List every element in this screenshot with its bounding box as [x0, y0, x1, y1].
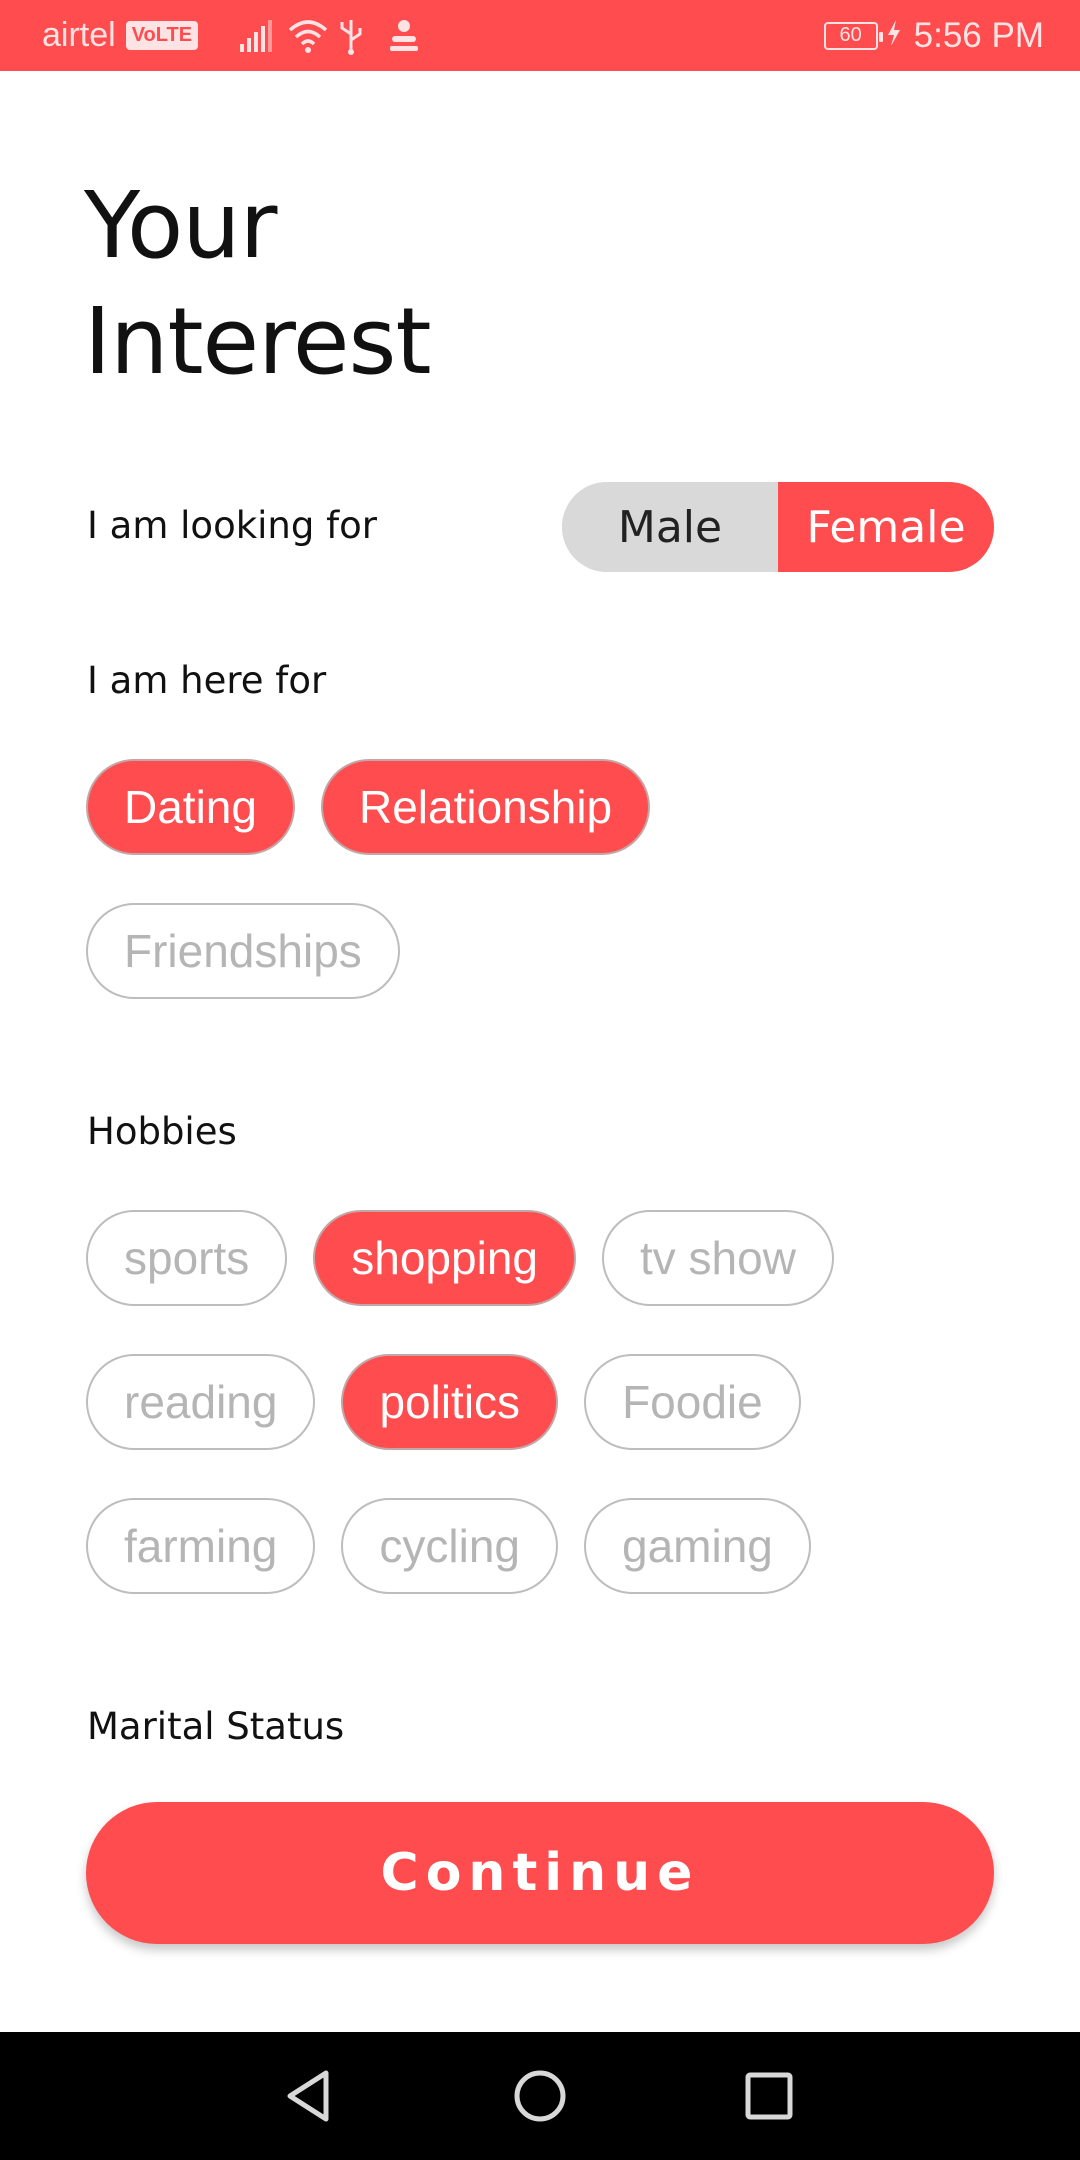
signal-icon	[236, 16, 276, 56]
charging-icon	[886, 18, 902, 53]
status-bar-right: 60 5:56 PM	[823, 0, 1044, 71]
hobbies-chip-row-2: reading politics Foodie	[86, 1354, 801, 1450]
chip-dating[interactable]: Dating	[86, 759, 295, 855]
back-icon[interactable]	[274, 2062, 342, 2130]
chip-foodie[interactable]: Foodie	[584, 1354, 801, 1450]
gender-option-male[interactable]: Male	[562, 482, 778, 572]
continue-button[interactable]: Continue	[86, 1802, 994, 1944]
hobbies-label: Hobbies	[87, 1110, 237, 1153]
status-bar: airtel VoLTE 60 5:56 PM	[0, 0, 1080, 71]
chip-politics[interactable]: politics	[341, 1354, 559, 1450]
page-title-line2: Interest	[84, 288, 432, 395]
recents-icon[interactable]	[735, 2062, 803, 2130]
clock: 5:56 PM	[913, 15, 1044, 55]
navigation-bar	[0, 2032, 1080, 2160]
volte-badge: VoLTE	[125, 21, 199, 50]
here-for-label: I am here for	[87, 659, 327, 702]
page-title-line1: Your	[84, 172, 277, 279]
chip-relationship[interactable]: Relationship	[320, 759, 651, 855]
battery-level: 60	[839, 24, 862, 46]
chip-gaming[interactable]: gaming	[584, 1498, 811, 1594]
carrier-name: airtel	[42, 16, 116, 54]
looking-for-label: I am looking for	[87, 504, 377, 547]
chip-sports[interactable]: sports	[86, 1210, 288, 1306]
status-bar-left: airtel VoLTE	[42, 0, 426, 71]
chip-friendships[interactable]: Friendships	[86, 903, 400, 999]
chip-cycling[interactable]: cycling	[341, 1498, 558, 1594]
hobbies-chip-row-3: farming cycling gaming	[86, 1498, 811, 1594]
hobbies-chip-row-1: sports shopping tv show	[86, 1210, 834, 1306]
marital-status-label: Marital Status	[87, 1705, 345, 1748]
home-icon[interactable]	[506, 2062, 574, 2130]
wifi-icon	[286, 16, 328, 56]
usb-icon	[336, 16, 376, 56]
chip-shopping[interactable]: shopping	[313, 1210, 576, 1306]
chip-tv-show[interactable]: tv show	[601, 1210, 834, 1306]
gender-option-female[interactable]: Female	[778, 482, 994, 572]
here-for-chip-row-2: Friendships	[86, 903, 400, 999]
gender-toggle[interactable]: Male Female	[562, 482, 994, 572]
battery-icon: 60	[823, 21, 883, 50]
here-for-chip-row-1: Dating Relationship	[86, 759, 651, 855]
chip-farming[interactable]: farming	[86, 1498, 316, 1594]
app-notification-icon	[386, 16, 426, 56]
chip-reading[interactable]: reading	[86, 1354, 316, 1450]
interest-screen: airtel VoLTE 60 5:56 PM Your Interest I …	[0, 0, 1080, 2160]
page-title: Your Interest	[84, 168, 432, 400]
